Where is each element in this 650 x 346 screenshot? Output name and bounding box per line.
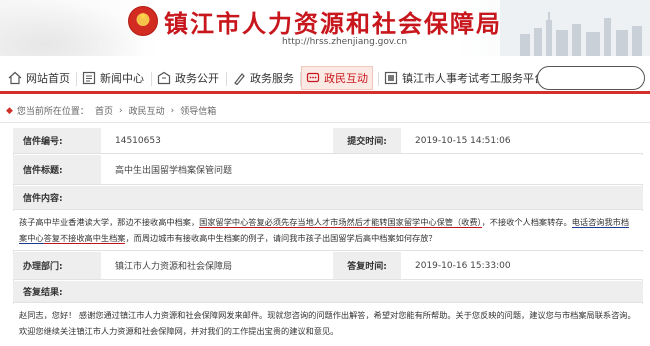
location-icon: ◆ bbox=[6, 105, 13, 116]
nav-divider bbox=[76, 72, 77, 86]
nav-item-service[interactable]: 政务服务 bbox=[232, 66, 294, 90]
main-nav: 网站首页 新闻中心 政务公开 政务服务 政民互动 镇江市人事考试考工服务平台 bbox=[0, 62, 650, 94]
submit-time-label: 提交时间: bbox=[333, 128, 401, 153]
content-part-highlight: 国家留学中心答复必须先存当地人才市场然后才能转国家留学中心保管（收费） bbox=[199, 217, 482, 228]
content-part-highlight: 答复不接收高中生档案 bbox=[43, 232, 126, 244]
breadcrumb-separator: › bbox=[170, 105, 175, 116]
row-content-header: 信件内容: bbox=[13, 186, 643, 210]
row-department: 办理部门: 镇江市人力资源和社会保障局 答复时间: 2019-10-16 15:… bbox=[13, 252, 643, 280]
nav-item-home[interactable]: 网站首页 bbox=[8, 66, 70, 90]
content-part: ，而周边城市有接收高中生档案的例子，请问我市孩子出国留学后高中档案如何存放？ bbox=[125, 232, 437, 243]
nav-item-exam-platform[interactable]: 镇江市人事考试考工服务平台 bbox=[384, 66, 545, 90]
nav-label: 网站首页 bbox=[26, 72, 70, 85]
nav-label: 镇江市人事考试考工服务平台 bbox=[402, 72, 545, 85]
breadcrumb-item-home[interactable]: 首页 bbox=[95, 104, 113, 117]
government-emblem: ★ bbox=[128, 6, 158, 36]
reply-time-label: 答复时间: bbox=[333, 252, 401, 279]
letter-number-value: 14510653 bbox=[101, 128, 333, 153]
nav-divider bbox=[378, 72, 379, 86]
breadcrumb-item-interaction[interactable]: 政民互动 bbox=[129, 104, 165, 117]
search-input[interactable] bbox=[537, 66, 645, 90]
letter-subject-label: 信件标题: bbox=[13, 155, 101, 184]
nav-label: 政务服务 bbox=[250, 72, 294, 85]
content-part: 孩子高中毕业香港读大学，那边不接收高中档案， bbox=[19, 217, 200, 227]
service-icon bbox=[232, 71, 246, 85]
row-number: 信件编号: 14510653 提交时间: 2019-10-15 14:51:06 bbox=[13, 128, 643, 154]
site-url: http://hrss.zhenjiang.gov.cn bbox=[282, 37, 408, 47]
letter-content-text: 孩子高中毕业香港读大学，那边不接收高中档案，国家留学中心答复必须先存当地人才市场… bbox=[13, 211, 643, 251]
breadcrumb: ◆ 您当前所在位置： 首页 › 政民互动 › 领导信箱 bbox=[6, 104, 222, 118]
breadcrumb-item-mailbox[interactable]: 领导信箱 bbox=[180, 104, 216, 117]
site-title: 镇江市人力资源和社会保障局 bbox=[164, 9, 502, 38]
breadcrumb-separator: › bbox=[118, 105, 123, 116]
reply-time-value: 2019-10-16 15:33:00 bbox=[401, 252, 643, 279]
letter-subject-value: 高中生出国留学档案保管问题 bbox=[101, 155, 643, 184]
exam-icon bbox=[384, 71, 398, 85]
banner-decoration bbox=[0, 0, 150, 56]
nav-item-interaction[interactable]: 政民互动 bbox=[301, 66, 373, 90]
divider bbox=[0, 122, 650, 123]
submit-time-value: 2019-10-15 14:51:06 bbox=[401, 128, 643, 153]
nav-item-government[interactable]: 政务公开 bbox=[157, 66, 219, 90]
letter-number-label: 信件编号: bbox=[13, 128, 101, 153]
nav-label: 政务公开 bbox=[175, 72, 219, 85]
content-part: ，不接收个人档案转存。 bbox=[481, 217, 572, 227]
nav-label: 政民互动 bbox=[324, 72, 368, 85]
letter-content-label: 信件内容: bbox=[13, 186, 643, 209]
government-icon bbox=[157, 71, 171, 85]
skyline-decoration bbox=[500, 0, 650, 56]
nav-item-news[interactable]: 新闻中心 bbox=[82, 66, 144, 90]
department-value: 镇江市人力资源和社会保障局 bbox=[101, 252, 333, 279]
reply-result-text: 赵同志，您好！ 感谢您通过镇江市人力资源和社会保障网发来邮件。现就您咨询的问题作… bbox=[13, 304, 643, 346]
department-label: 办理部门: bbox=[13, 252, 101, 279]
row-subject: 信件标题: 高中生出国留学档案保管问题 bbox=[13, 155, 643, 185]
nav-label: 新闻中心 bbox=[100, 72, 144, 85]
row-reply-header: 答复结果: bbox=[13, 281, 643, 303]
chat-icon bbox=[306, 71, 320, 85]
site-banner: ★ 镇江市人力资源和社会保障局 http://hrss.zhenjiang.go… bbox=[0, 0, 650, 56]
news-icon bbox=[82, 71, 96, 85]
breadcrumb-prefix: 您当前所在位置： bbox=[16, 107, 89, 117]
nav-divider bbox=[226, 72, 227, 86]
reply-result-label: 答复结果: bbox=[13, 281, 643, 302]
home-icon bbox=[8, 71, 22, 85]
nav-divider bbox=[151, 72, 152, 86]
